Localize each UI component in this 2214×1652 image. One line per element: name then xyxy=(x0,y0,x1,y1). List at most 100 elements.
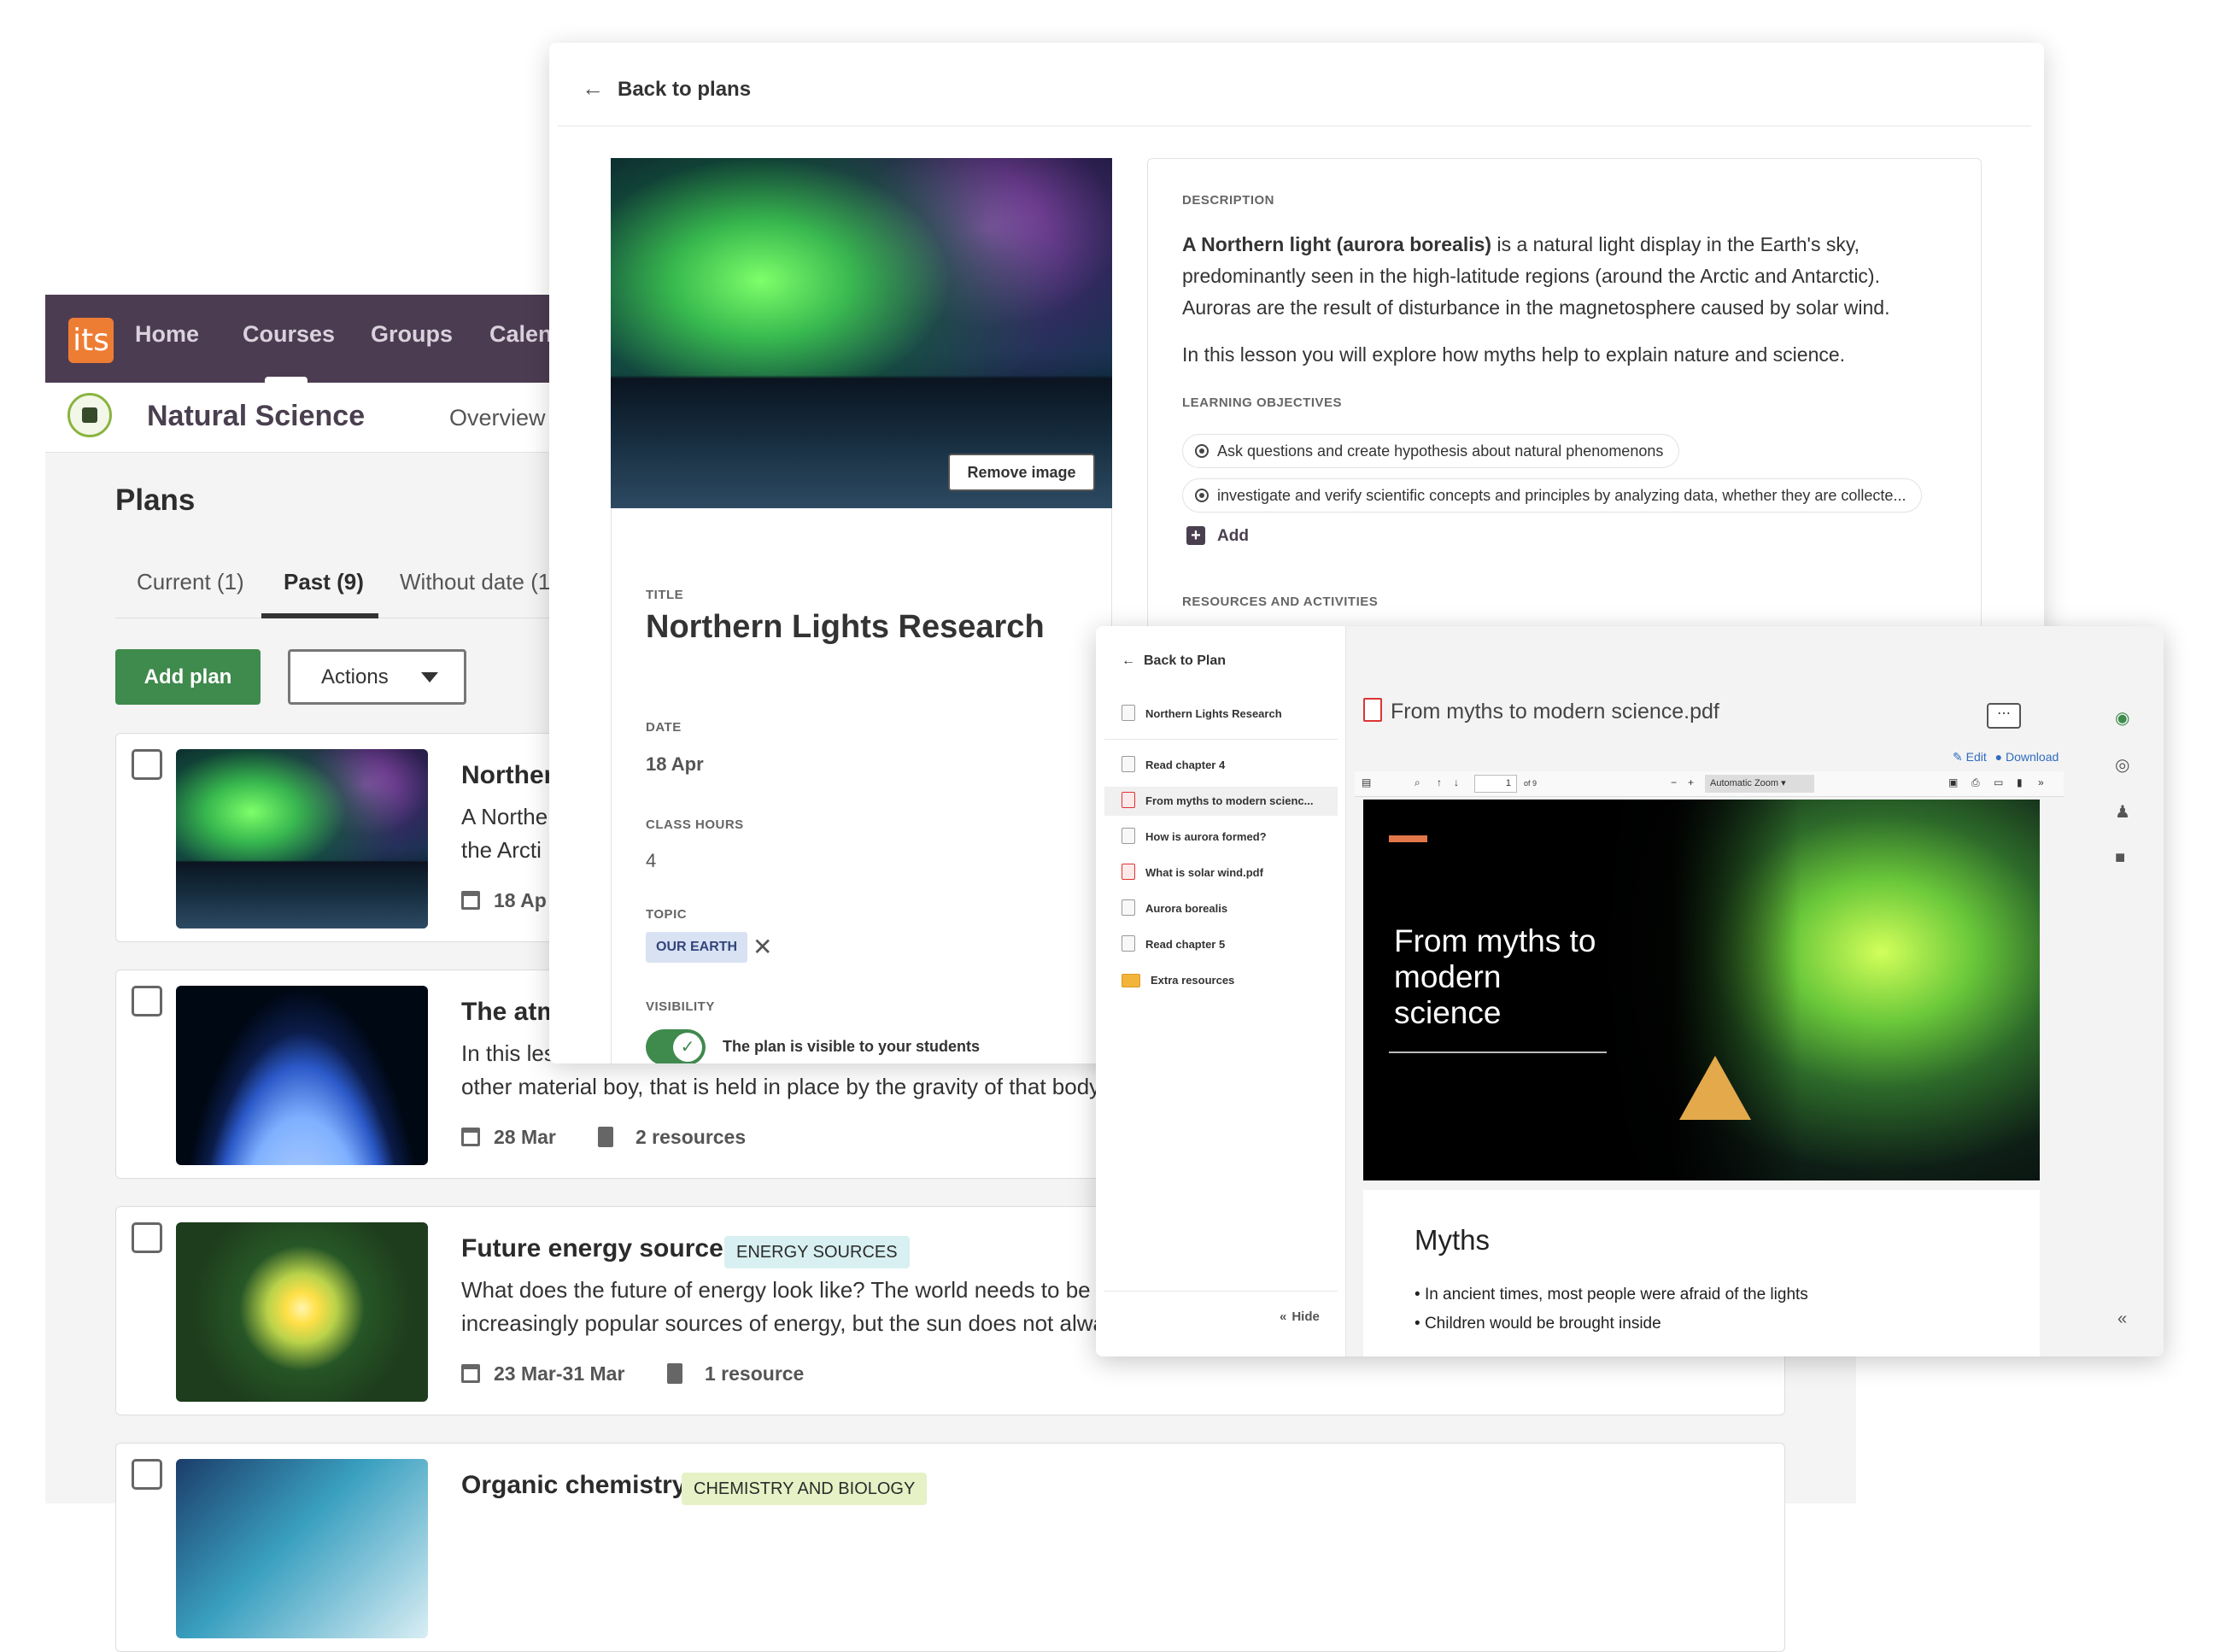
zoom-out-icon[interactable]: − xyxy=(1671,776,1677,788)
page-number-input[interactable]: 1 xyxy=(1474,775,1517,793)
download-link[interactable]: ● Download xyxy=(1995,750,2059,764)
pdf-icon xyxy=(1122,792,1135,808)
class-hours-label: CLASS HOURS xyxy=(646,817,744,832)
plan-card[interactable]: Organic chemistry CHEMISTRY AND BIOLOGY xyxy=(115,1443,1785,1652)
hide-sidebar-button[interactable]: «Hide xyxy=(1280,1309,1320,1324)
edit-download-links: ✎ Edit ● Download xyxy=(1953,750,2059,764)
zoom-select[interactable]: Automatic Zoom ▾ xyxy=(1705,775,1814,793)
plan-checkbox[interactable] xyxy=(132,1459,162,1490)
eye-icon[interactable]: ◉ xyxy=(2115,707,2134,728)
target-icon xyxy=(1195,444,1209,458)
nav-courses[interactable]: Courses xyxy=(243,321,335,348)
pdf-page-2: Myths • In ancient times, most people we… xyxy=(1363,1190,2040,1356)
date-field[interactable]: 18 Apr xyxy=(646,753,704,776)
sidebar-item-myths-pdf[interactable]: From myths to modern scienc... xyxy=(1104,787,1338,816)
presentation-icon[interactable]: ▣ xyxy=(1948,776,1958,788)
arrow-down-icon[interactable]: ↓ xyxy=(1454,776,1459,788)
sidebar-item-read-chapter-4[interactable]: Read chapter 4 xyxy=(1122,751,1225,780)
sidebar-item-solar-wind[interactable]: What is solar wind.pdf xyxy=(1122,858,1263,888)
plan-thumbnail-energy xyxy=(176,1222,428,1402)
add-plan-button[interactable]: Add plan xyxy=(115,649,261,705)
back-to-plans-link[interactable]: ← Back to plans xyxy=(582,75,751,102)
actions-label: Actions xyxy=(321,665,389,688)
tab-without-date[interactable]: Without date (1 xyxy=(400,569,550,595)
divider xyxy=(1104,739,1338,740)
document-icon xyxy=(598,1127,613,1147)
plan-thumbnail-chemistry xyxy=(176,1459,428,1638)
slide-heading: Myths xyxy=(1414,1224,1491,1256)
plan-date: 28 Mar xyxy=(461,1126,556,1149)
nav-home[interactable]: Home xyxy=(135,321,199,348)
more-tools-icon[interactable]: » xyxy=(2038,776,2044,788)
pdf-icon xyxy=(1122,864,1135,880)
plan-title-field[interactable]: Northern Lights Research xyxy=(646,609,1045,646)
plan-details: TITLE Northern Lights Research DATE 18 A… xyxy=(611,508,1112,1063)
tab-current[interactable]: Current (1) xyxy=(137,569,244,595)
edit-link[interactable]: ✎ Edit xyxy=(1953,750,1987,764)
class-hours-field[interactable]: 4 xyxy=(646,850,656,872)
arrow-left-icon: ← xyxy=(582,75,604,101)
app-logo[interactable]: its xyxy=(68,318,114,363)
nav-calendar[interactable]: Calen xyxy=(489,321,553,348)
arrow-left-icon: ← xyxy=(1122,653,1135,668)
sidebar-item-read-chapter-5[interactable]: Read chapter 5 xyxy=(1122,930,1225,959)
topic-tag: OUR EARTH xyxy=(646,932,748,963)
plan-title[interactable]: Norther xyxy=(461,761,554,790)
open-file-icon[interactable]: ▭ xyxy=(1994,776,2003,788)
sidebar-item-aurora-borealis[interactable]: Aurora borealis xyxy=(1122,894,1227,923)
comment-icon[interactable]: ■ xyxy=(2115,848,2134,867)
plus-icon: + xyxy=(1186,526,1205,545)
plan-checkbox[interactable] xyxy=(132,986,162,1016)
task-icon xyxy=(1122,828,1135,844)
sidebar-toggle-icon[interactable]: ▤ xyxy=(1362,776,1371,788)
visibility-text: The plan is visible to your students xyxy=(723,1038,981,1055)
plan-icon xyxy=(1122,705,1135,721)
plan-title[interactable]: The atm xyxy=(461,998,559,1027)
plan-cover-image: Remove image xyxy=(611,158,1112,508)
zoom-in-icon[interactable]: + xyxy=(1688,776,1694,788)
page-count: of 9 xyxy=(1524,779,1538,788)
search-icon[interactable]: ⌕ xyxy=(1414,776,1420,789)
more-options-button[interactable]: ⋯ xyxy=(1987,703,2021,729)
sidebar-item-aurora-formed[interactable]: How is aurora formed? xyxy=(1122,823,1267,852)
add-objective-button[interactable]: + Add xyxy=(1186,526,1249,546)
description-text[interactable]: A Northern light (aurora borealis) is a … xyxy=(1182,229,1951,371)
plan-checkbox[interactable] xyxy=(132,749,162,780)
slide-title-underline xyxy=(1389,1052,1607,1053)
date-label: DATE xyxy=(646,720,682,735)
remove-image-button[interactable]: Remove image xyxy=(948,454,1095,491)
close-icon[interactable]: ✕ xyxy=(753,932,772,963)
tab-past[interactable]: Past (9) xyxy=(284,569,364,595)
slide-accent-bar xyxy=(1389,835,1427,842)
objective-item[interactable]: investigate and verify scientific concep… xyxy=(1182,478,1923,513)
pdf-icon xyxy=(1363,698,1382,722)
nav-active-indicator xyxy=(265,377,308,383)
back-to-plan-link[interactable]: ← Back to Plan xyxy=(1122,653,1226,669)
target-icon[interactable]: ◎ xyxy=(2115,754,2134,775)
pdf-page-1: From myths to modern science xyxy=(1363,800,2040,1180)
tab-overview[interactable]: Overview xyxy=(449,405,546,431)
target-icon xyxy=(1195,489,1209,502)
actions-dropdown[interactable]: Actions xyxy=(288,649,466,705)
document-viewer: From myths to modern science.pdf ⋯ ✎ Edi… xyxy=(1346,626,2164,1356)
nav-groups[interactable]: Groups xyxy=(371,321,453,348)
image-icon xyxy=(1122,899,1135,916)
objective-item[interactable]: Ask questions and create hypothesis abou… xyxy=(1182,434,1680,468)
sidebar-plan-name[interactable]: Northern Lights Research xyxy=(1122,700,1282,729)
student-icon[interactable]: ♟ xyxy=(2115,801,2134,822)
plan-title[interactable]: Organic chemistry xyxy=(461,1471,686,1500)
plan-topic-tag: ENERGY SOURCES xyxy=(724,1236,910,1268)
arrow-up-icon[interactable]: ↑ xyxy=(1437,776,1442,788)
plan-title[interactable]: Future energy sources xyxy=(461,1234,737,1263)
print-icon[interactable]: ⎙ xyxy=(1971,776,1980,789)
description-label: DESCRIPTION xyxy=(1182,193,1275,208)
plan-date: 23 Mar-31 Mar xyxy=(461,1362,624,1385)
bookmark-icon[interactable]: ▮ xyxy=(2017,776,2023,788)
plan-checkbox[interactable] xyxy=(132,1222,162,1253)
visibility-toggle[interactable]: ✓ xyxy=(646,1029,706,1063)
title-label: TITLE xyxy=(646,588,684,602)
double-chevron-left-icon[interactable]: « xyxy=(2117,1309,2127,1329)
calendar-icon xyxy=(461,1364,480,1383)
sidebar-item-extra-resources[interactable]: Extra resources xyxy=(1122,966,1234,995)
document-filename: From myths to modern science.pdf xyxy=(1391,700,1719,723)
